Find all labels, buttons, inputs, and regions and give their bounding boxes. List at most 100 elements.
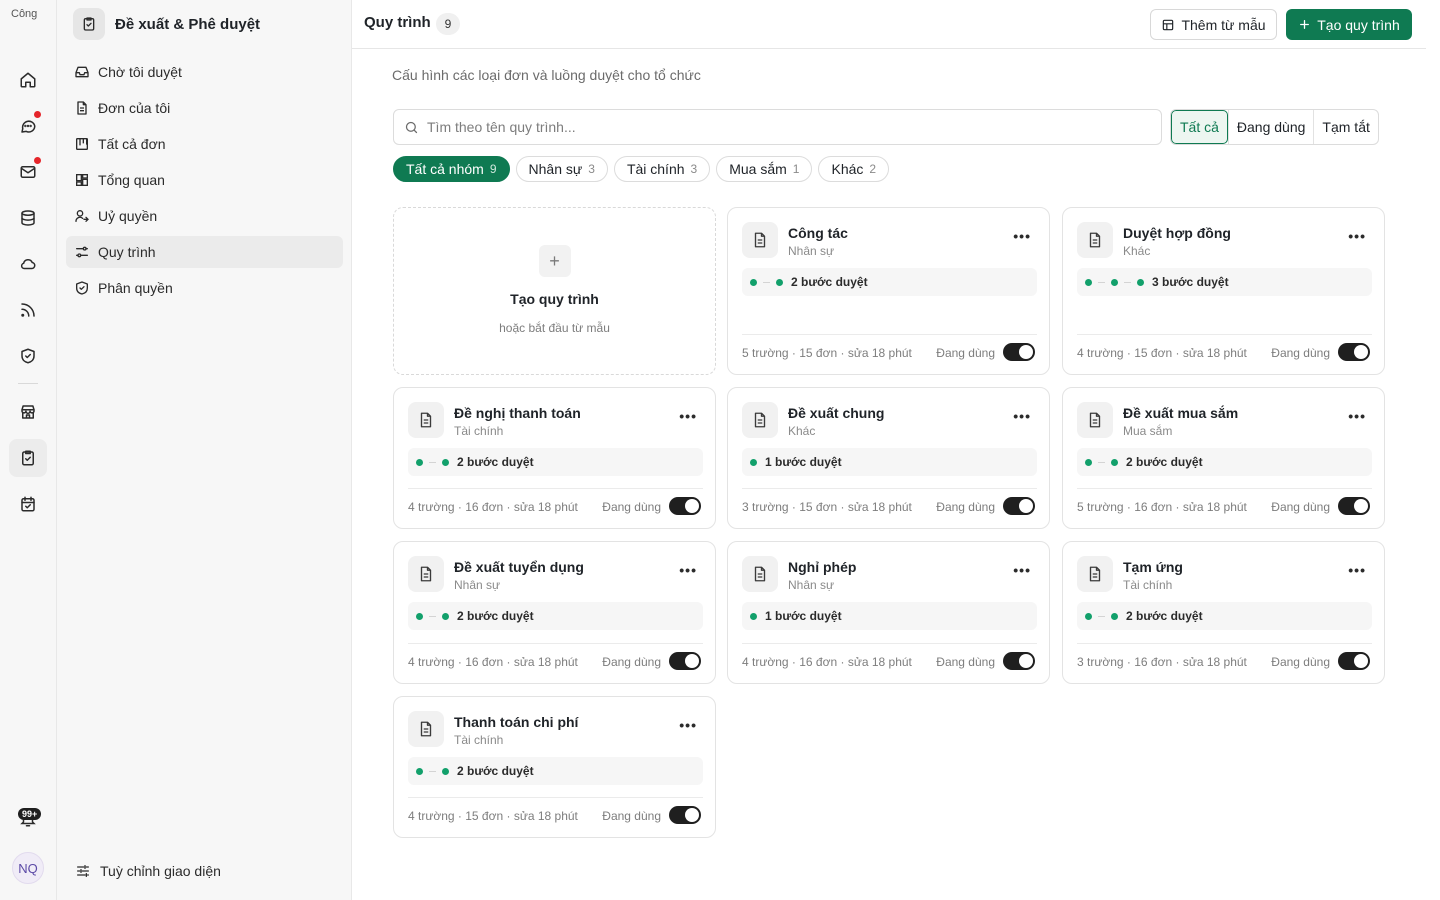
group-chip-hr[interactable]: Nhân sự 3 (515, 156, 608, 182)
approval-steps: 2 bước duyệt (742, 268, 1037, 296)
approval-steps: 2 bước duyệt (1077, 602, 1372, 630)
workflow-toggle[interactable] (1003, 497, 1035, 515)
more-options-icon[interactable]: ••• (1348, 562, 1366, 578)
add-from-template-button[interactable]: Thêm từ mẫu (1150, 9, 1277, 40)
workflow-card[interactable]: Công tác Nhân sự ••• 2 bước duyệt 5 trườ… (727, 207, 1050, 375)
workflow-card[interactable]: Đề xuất mua sắm Mua sắm ••• 2 bước duyệt… (1062, 387, 1385, 529)
clipboard-check-icon (73, 8, 105, 40)
workflow-name: Đề xuất mua sắm (1123, 405, 1239, 421)
sidebar-item-label: Phân quyền (98, 280, 173, 296)
plus-icon (1300, 20, 1310, 29)
workflow-card[interactable]: Nghỉ phép Nhân sự ••• 1 bước duyệt 4 trư… (727, 541, 1050, 684)
workflow-card[interactable]: Thanh toán chi phí Tài chính ••• 2 bước … (393, 696, 716, 838)
approval-steps-label: 2 bước duyệt (457, 609, 534, 623)
group-chip-purchasing[interactable]: Mua sắm 1 (716, 156, 813, 182)
chip-label: Nhân sự (528, 161, 583, 177)
clipboard-check-icon[interactable] (9, 439, 47, 477)
workflow-toggle[interactable] (1003, 652, 1035, 670)
card-divider (742, 334, 1037, 335)
workflow-status: Đang dùng (1271, 655, 1330, 669)
workflow-name: Thanh toán chi phí (454, 714, 579, 730)
workflow-card[interactable]: Duyệt hợp đồng Khác ••• 3 bước duyệt 4 t… (1062, 207, 1385, 375)
group-chip-all[interactable]: Tất cả nhóm 9 (393, 156, 510, 182)
document-icon (408, 556, 444, 592)
status-filter: Tất cả Đang dùng Tạm tắt (1170, 109, 1379, 145)
chat-icon[interactable] (9, 107, 47, 145)
workflow-toggle[interactable] (1338, 652, 1370, 670)
sidebar-item-all-requests[interactable]: Tất cả đơn (66, 128, 343, 160)
page-title: Quy trình (364, 14, 431, 31)
chip-count: 2 (869, 162, 877, 176)
workflow-card[interactable]: Đề nghị thanh toán Tài chính ••• 2 bước … (393, 387, 716, 529)
workflow-group: Khác (788, 424, 816, 438)
home-icon[interactable] (9, 61, 47, 99)
more-options-icon[interactable]: ••• (1013, 562, 1031, 578)
approval-steps-label: 2 bước duyệt (457, 764, 534, 778)
status-filter-all[interactable]: Tất cả (1171, 110, 1228, 144)
sidebar-item-permissions[interactable]: Phân quyền (66, 272, 343, 304)
workflow-group: Nhân sự (454, 578, 501, 592)
document-icon (408, 402, 444, 438)
rail-divider (18, 383, 38, 384)
workflow-toggle[interactable] (1338, 343, 1370, 361)
workflow-card[interactable]: Tạm ứng Tài chính ••• 2 bước duyệt 3 trư… (1062, 541, 1385, 684)
more-options-icon[interactable]: ••• (679, 408, 697, 424)
shield-check-icon[interactable] (9, 337, 47, 375)
group-chip-other[interactable]: Khác 2 (818, 156, 890, 182)
more-options-icon[interactable]: ••• (679, 562, 697, 578)
workflow-meta: 4 trường · 15 đơn · sửa 18 phút (408, 809, 578, 823)
workflow-meta: 4 trường · 16 đơn · sửa 18 phút (408, 500, 578, 514)
workflow-name: Đề xuất chung (788, 405, 885, 421)
sidebar: Đề xuất & Phê duyệt Chờ tôi duyệt Đơn củ… (57, 0, 352, 900)
approval-steps-label: 2 bước duyệt (791, 275, 868, 289)
more-options-icon[interactable]: ••• (1013, 408, 1031, 424)
step-dot (1111, 612, 1118, 620)
sidebar-item-label: Quy trình (98, 244, 156, 260)
sidebar-item-pending[interactable]: Chờ tôi duyệt (66, 56, 343, 88)
workflow-toggle[interactable] (1003, 343, 1035, 361)
workflow-toggle[interactable] (1338, 497, 1370, 515)
more-options-icon[interactable]: ••• (1348, 228, 1366, 244)
chip-label: Khác (831, 161, 864, 177)
sidebar-item-delegation[interactable]: Uỷ quyền (66, 200, 343, 232)
sidebar-item-overview[interactable]: Tổng quan (66, 164, 343, 196)
sidebar-item-workflows[interactable]: Quy trình (66, 236, 343, 268)
step-connector (1098, 615, 1105, 617)
search-input[interactable] (427, 119, 1127, 135)
more-options-icon[interactable]: ••• (679, 717, 697, 733)
mail-icon[interactable] (9, 153, 47, 191)
card-divider (742, 643, 1037, 644)
app-logo[interactable]: Công (11, 8, 45, 42)
store-icon[interactable] (9, 393, 47, 431)
workflow-status: Đang dùng (936, 500, 995, 514)
database-icon[interactable] (9, 199, 47, 237)
workflow-status: Đang dùng (1271, 346, 1330, 360)
calendar-check-icon[interactable] (9, 485, 47, 523)
workflow-toggle[interactable] (669, 497, 701, 515)
approval-steps: 1 bước duyệt (742, 602, 1037, 630)
rss-icon[interactable] (9, 291, 47, 329)
cloud-icon[interactable] (9, 245, 47, 283)
step-dot (442, 767, 449, 775)
create-workflow-button[interactable]: Tạo quy trình (1286, 9, 1412, 40)
workflow-status: Đang dùng (1271, 500, 1330, 514)
columns-icon (76, 138, 88, 150)
status-filter-paused[interactable]: Tạm tắt (1313, 110, 1377, 144)
create-workflow-card[interactable]: + Tạo quy trình hoặc bắt đầu từ mẫu (393, 207, 716, 375)
document-icon (1077, 402, 1113, 438)
workflow-toggle[interactable] (669, 652, 701, 670)
workflow-card[interactable]: Đề xuất chung Khác ••• 1 bước duyệt 3 tr… (727, 387, 1050, 529)
workflow-status: Đang dùng (936, 655, 995, 669)
workflow-toggle[interactable] (669, 806, 701, 824)
workflow-card[interactable]: Đề xuất tuyển dụng Nhân sự ••• 2 bước du… (393, 541, 716, 684)
more-options-icon[interactable]: ••• (1348, 408, 1366, 424)
status-filter-active[interactable]: Đang dùng (1227, 110, 1314, 144)
customize-ui-button[interactable]: Tuỳ chỉnh giao diện (75, 863, 221, 879)
card-divider (1077, 643, 1372, 644)
group-chip-finance[interactable]: Tài chính 3 (613, 156, 711, 182)
avatar[interactable]: NQ (12, 852, 44, 884)
more-options-icon[interactable]: ••• (1013, 228, 1031, 244)
workflow-name: Đề xuất tuyển dụng (454, 559, 584, 575)
step-dot (442, 458, 449, 466)
sidebar-item-my-requests[interactable]: Đơn của tôi (66, 92, 343, 124)
